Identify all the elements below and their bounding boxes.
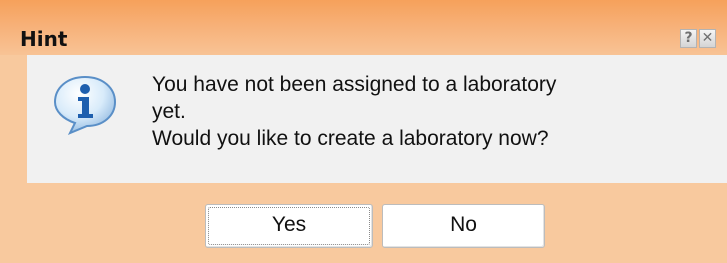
info-icon: [53, 75, 117, 135]
dialog-title: Hint: [20, 27, 68, 51]
close-button[interactable]: ✕: [699, 29, 716, 48]
yes-button[interactable]: Yes: [205, 204, 373, 248]
message-line-3: Would you like to create a laboratory no…: [152, 127, 549, 150]
dialog-content: You have not been assigned to a laborato…: [27, 55, 727, 183]
help-icon: ?: [684, 30, 693, 46]
no-button[interactable]: No: [382, 204, 545, 248]
help-button[interactable]: ?: [680, 29, 697, 48]
message-line-2: yet.: [152, 100, 186, 123]
message-line-1: You have not been assigned to a laborato…: [152, 73, 557, 96]
no-button-label: No: [450, 213, 477, 236]
yes-button-label: Yes: [271, 213, 307, 236]
message-text: You have not been assigned to a laborato…: [152, 71, 712, 152]
close-icon: ✕: [701, 30, 714, 46]
hint-dialog: Hint ? ✕ You have not been assigned to a…: [0, 0, 727, 263]
dialog-titlebar[interactable]: Hint ? ✕: [0, 0, 727, 55]
